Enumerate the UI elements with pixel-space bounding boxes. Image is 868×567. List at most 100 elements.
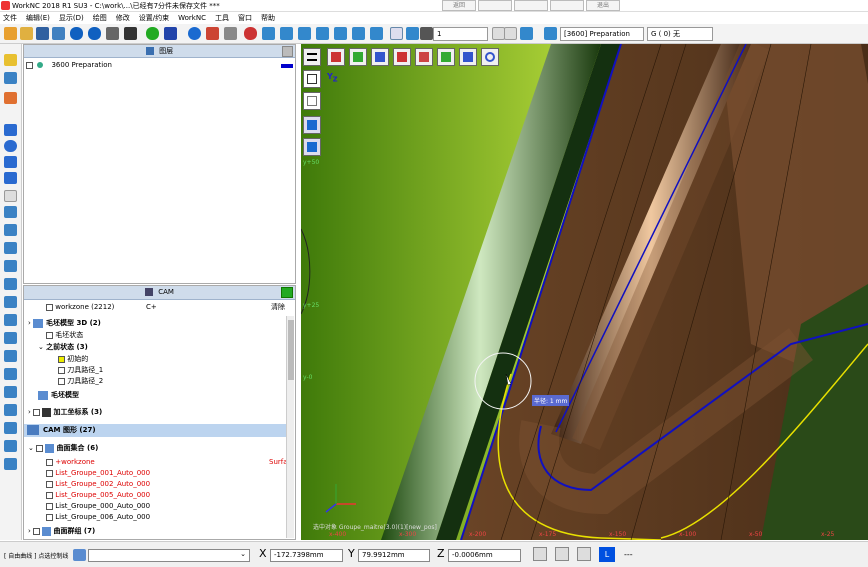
redo-icon[interactable] bbox=[88, 27, 101, 40]
tree-checkbox[interactable] bbox=[46, 513, 53, 521]
menu-draw[interactable]: 绘图 bbox=[90, 13, 113, 23]
spline-icon[interactable] bbox=[4, 156, 17, 168]
layer-number-select[interactable]: 1 bbox=[433, 27, 488, 41]
title-button-4[interactable] bbox=[550, 0, 584, 11]
rotate-icon[interactable] bbox=[352, 27, 365, 40]
settings-icon[interactable] bbox=[4, 458, 17, 470]
export-icon[interactable] bbox=[4, 422, 17, 434]
project-icon[interactable] bbox=[4, 296, 17, 308]
axis-icon[interactable] bbox=[146, 27, 159, 40]
tree-checkbox[interactable] bbox=[58, 377, 65, 385]
zoom-out-icon[interactable] bbox=[334, 27, 347, 40]
view-top-icon[interactable] bbox=[371, 48, 389, 66]
camera-icon[interactable] bbox=[224, 27, 237, 40]
zoom-icon[interactable] bbox=[244, 27, 257, 40]
window-icon[interactable] bbox=[124, 27, 137, 40]
point-icon[interactable] bbox=[4, 72, 17, 84]
tree-checkbox[interactable] bbox=[58, 355, 65, 363]
menu-modify[interactable]: 修改 bbox=[113, 13, 136, 23]
open-icon[interactable] bbox=[20, 27, 33, 40]
tree-checkbox[interactable] bbox=[46, 469, 53, 477]
tree-item-stock[interactable]: › 毛坯模型 3D (2) bbox=[28, 318, 101, 329]
menu-display[interactable]: 显示(D) bbox=[56, 13, 90, 23]
tree-item[interactable]: 初始的 bbox=[58, 354, 88, 365]
view-zoom-icon[interactable] bbox=[481, 48, 499, 66]
cam-scrollbar-thumb[interactable] bbox=[288, 320, 294, 380]
shade-icon[interactable] bbox=[206, 27, 219, 40]
view-right-icon[interactable] bbox=[349, 48, 367, 66]
measure-icon[interactable] bbox=[4, 386, 17, 398]
snap-point-icon[interactable] bbox=[555, 547, 569, 561]
tree-checkbox[interactable] bbox=[58, 366, 65, 374]
tree-item[interactable]: › 加工坐标系 (3) bbox=[28, 407, 102, 418]
tree-checkbox[interactable] bbox=[33, 527, 41, 535]
plus-icon[interactable] bbox=[504, 27, 517, 40]
fillet-icon[interactable] bbox=[4, 278, 17, 290]
tree-checkbox[interactable] bbox=[46, 331, 53, 339]
tree-item-surface-group[interactable]: › 曲面群组 (7) bbox=[28, 526, 95, 537]
menu-icon[interactable] bbox=[303, 48, 321, 66]
surface-item[interactable]: List_Groupe_001_Auto_000 bbox=[46, 468, 150, 479]
zoom-fit-icon[interactable] bbox=[280, 27, 293, 40]
model-render[interactable] bbox=[301, 44, 868, 540]
y-coordinate-field[interactable]: 79.9912mm bbox=[358, 549, 430, 562]
pan-icon[interactable] bbox=[370, 27, 383, 40]
pencil-icon[interactable] bbox=[4, 54, 17, 66]
cam-scrollbar[interactable] bbox=[286, 316, 294, 538]
wireframe-icon[interactable] bbox=[303, 70, 321, 88]
grid-icon[interactable] bbox=[106, 27, 119, 40]
tree-item[interactable]: 刀具路径_1 bbox=[58, 365, 103, 376]
move-icon[interactable] bbox=[520, 27, 533, 40]
line-icon[interactable] bbox=[4, 124, 17, 136]
view-bottom-icon[interactable] bbox=[437, 48, 455, 66]
select-icon[interactable] bbox=[390, 27, 403, 40]
surface-item[interactable]: List_Groupe_002_Auto_000 bbox=[46, 479, 150, 490]
layer-row[interactable]: 3600 Preparation bbox=[26, 60, 294, 71]
cam-apply-icon[interactable] bbox=[281, 287, 293, 298]
command-select[interactable]: ⌄ bbox=[88, 549, 250, 562]
tree-checkbox[interactable] bbox=[46, 458, 53, 466]
menu-help[interactable]: 帮助 bbox=[258, 13, 281, 23]
panel-check-icon[interactable] bbox=[282, 46, 293, 57]
l-badge[interactable]: L bbox=[599, 547, 615, 562]
surface-item[interactable]: List_Groupe_006_Auto_000 bbox=[46, 512, 150, 523]
cube-icon[interactable] bbox=[303, 92, 321, 110]
new-icon[interactable] bbox=[4, 27, 17, 40]
save-icon[interactable] bbox=[36, 27, 49, 40]
view-back-icon[interactable] bbox=[393, 48, 411, 66]
globe-icon[interactable] bbox=[188, 27, 201, 40]
tree-item[interactable]: 毛坯状态 bbox=[46, 330, 83, 341]
tree-checkbox[interactable] bbox=[46, 480, 53, 488]
layer-select[interactable]: [3600] Preparation bbox=[560, 27, 644, 41]
layers-stack-icon[interactable] bbox=[544, 27, 557, 40]
snap-mode-icon[interactable] bbox=[533, 547, 547, 561]
layer-icon[interactable] bbox=[420, 27, 433, 40]
tree-checkbox[interactable] bbox=[46, 491, 53, 499]
menu-worknc[interactable]: WorkNC bbox=[175, 14, 212, 22]
menu-window[interactable]: 窗口 bbox=[235, 13, 258, 23]
tree-item-cam-graphics[interactable]: CAM 图形 (27) bbox=[24, 424, 286, 437]
trim-icon[interactable] bbox=[4, 224, 17, 236]
title-button-back[interactable]: 返回 bbox=[442, 0, 476, 11]
join-icon[interactable] bbox=[4, 368, 17, 380]
tree-item-surface-set[interactable]: ⌄ 曲面集合 (6) bbox=[28, 443, 98, 454]
menu-tools[interactable]: 工具 bbox=[212, 13, 235, 23]
tree-checkbox[interactable] bbox=[46, 502, 53, 510]
view-iso-icon[interactable] bbox=[459, 48, 477, 66]
curve-tool-icon[interactable] bbox=[4, 92, 17, 104]
database-icon[interactable] bbox=[4, 440, 17, 452]
workzone-row[interactable]: workzone (2212) C+ 清除 bbox=[46, 302, 294, 313]
circle-icon[interactable] bbox=[4, 140, 17, 152]
mesh-icon[interactable] bbox=[4, 332, 17, 344]
analyze-icon[interactable] bbox=[4, 404, 17, 416]
z-coordinate-field[interactable]: -0.0006mm bbox=[448, 549, 521, 562]
surface-item[interactable]: List_Groupe_000_Auto_000 bbox=[46, 501, 150, 512]
graphics-viewport[interactable]: 半径: 1 mm 选中对象 Groupe_maitre(3.0)(1)[new_… bbox=[301, 44, 868, 540]
zoom-window-icon[interactable] bbox=[262, 27, 275, 40]
cam-icon[interactable] bbox=[164, 27, 177, 40]
view-left-icon[interactable] bbox=[415, 48, 433, 66]
zoom-in-icon[interactable] bbox=[316, 27, 329, 40]
group-select[interactable]: G ( 0) 无 bbox=[647, 27, 713, 41]
surface-item[interactable]: +workzone Surfa bbox=[46, 457, 288, 468]
menu-file[interactable]: 文件 bbox=[0, 13, 23, 23]
